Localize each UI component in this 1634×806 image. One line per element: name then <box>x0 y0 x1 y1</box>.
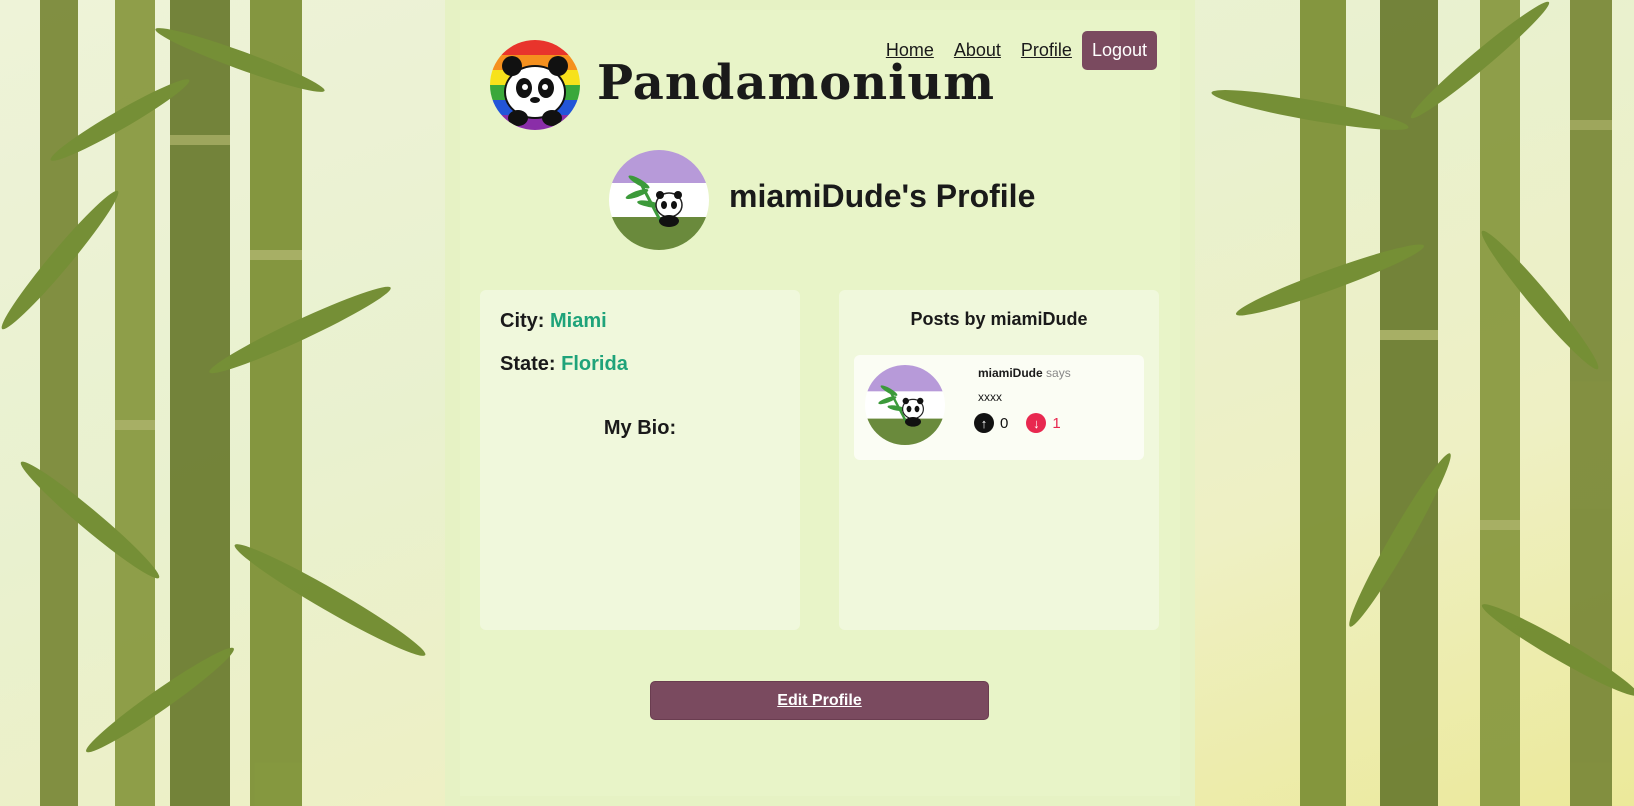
edit-profile-button[interactable]: Edit Profile <box>650 681 989 720</box>
panda-bamboo-avatar-icon <box>865 365 945 445</box>
nav-home-link[interactable]: Home <box>886 40 934 61</box>
logout-button[interactable]: Logout <box>1081 31 1157 70</box>
main-nav: Home About Profile Logout <box>886 31 1157 70</box>
city-row: City: Miami <box>500 310 607 333</box>
state-label: State: <box>500 353 556 375</box>
nav-profile-link[interactable]: Profile <box>1021 40 1072 61</box>
downvote-arrow-icon[interactable]: ↓ <box>1026 413 1047 433</box>
post-says: says <box>1046 366 1071 380</box>
post-votes: ↑ 0 ↓ 1 <box>974 413 1061 433</box>
posts-title: Posts by miamiDude <box>910 309 1088 329</box>
downvote-count: 1 <box>1052 414 1061 432</box>
upvote-arrow-icon[interactable]: ↑ <box>974 413 994 433</box>
city-value: Miami <box>550 310 607 332</box>
upvote-count: 0 <box>1000 414 1009 432</box>
post-author[interactable]: miamiDude <box>978 366 1043 380</box>
profile-info-card: City: Miami State: Florida My Bio: <box>480 290 800 630</box>
profile-title: miamiDude's Profile <box>729 178 1036 214</box>
bio-label: My Bio: <box>603 417 677 439</box>
city-label: City: <box>500 310 545 332</box>
post-item[interactable]: miamiDude says xxxx ↑ 0 ↓ 1 <box>854 355 1144 460</box>
nav-about-link[interactable]: About <box>954 40 1001 61</box>
state-row: State: Florida <box>500 353 628 376</box>
post-meta: miamiDude says <box>978 366 1071 380</box>
post-body: xxxx <box>978 390 1002 404</box>
rainbow-panda-icon[interactable] <box>490 40 580 130</box>
panda-bamboo-avatar-icon <box>609 150 709 250</box>
state-value: Florida <box>561 353 628 375</box>
posts-card: Posts by miamiDude miamiDude says xxxx ↑… <box>839 290 1159 630</box>
